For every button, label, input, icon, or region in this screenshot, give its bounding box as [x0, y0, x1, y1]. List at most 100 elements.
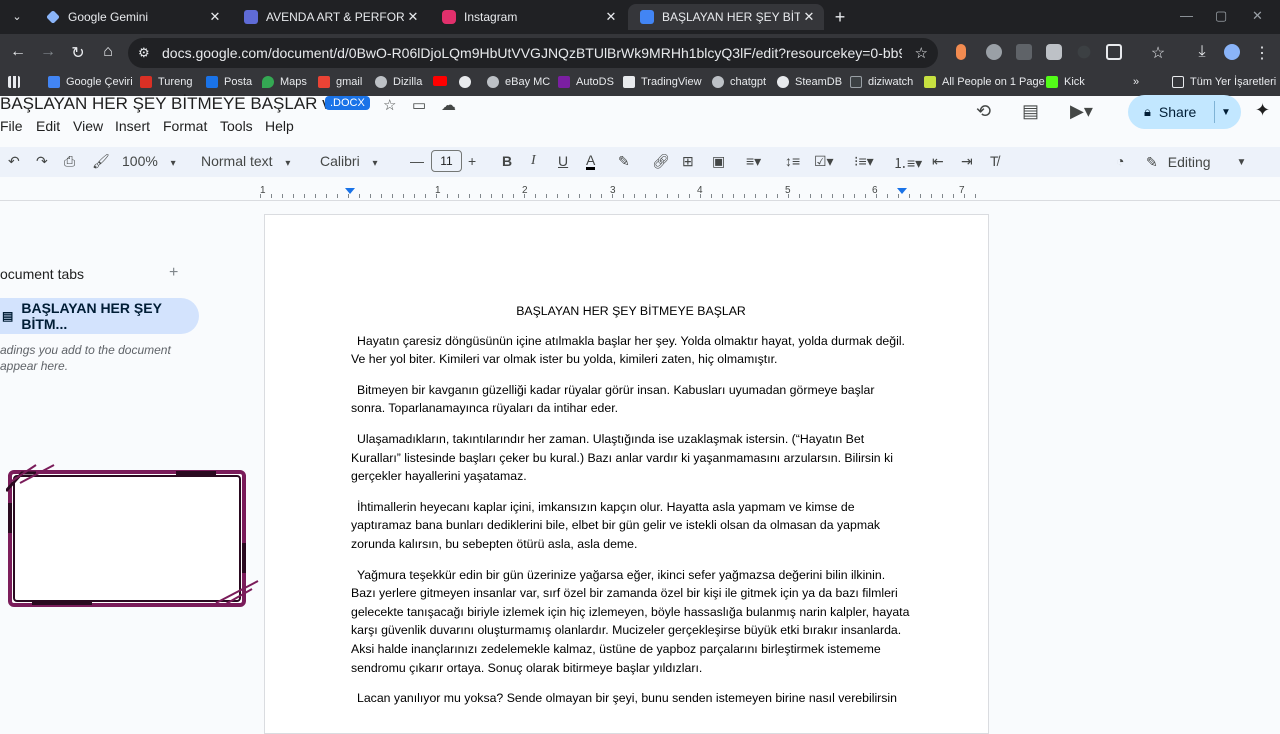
- bookmark-item[interactable]: eBay MC: [487, 76, 550, 88]
- highlight-icon[interactable]: ✎: [618, 153, 630, 170]
- bookmarks-star-icon[interactable]: ☆: [1148, 43, 1168, 63]
- menu-kebab-icon[interactable]: ⋮: [1252, 43, 1272, 63]
- document-body[interactable]: BAŞLAYAN HER ŞEY BİTMEYE BAŞLAR Hayatın …: [351, 302, 911, 720]
- bookmark-item[interactable]: Dizilla: [375, 76, 422, 88]
- right-indent-marker[interactable]: [897, 188, 907, 194]
- url-text[interactable]: docs.google.com/document/d/0BwO-R06lDjoL…: [162, 45, 902, 61]
- paint-format-icon[interactable]: 🖌︎: [92, 153, 110, 170]
- add-comment-icon[interactable]: ⊞: [682, 153, 694, 170]
- bookmark-item[interactable]: chatgpt: [712, 76, 766, 88]
- clear-formatting-icon[interactable]: T̸: [990, 153, 999, 169]
- decrease-indent-icon[interactable]: ⇤: [932, 153, 944, 170]
- share-button[interactable]: 🔒︎ Share ▼: [1128, 95, 1241, 129]
- all-bookmarks-folder[interactable]: Tüm Yer İşaretleri: [1172, 76, 1276, 88]
- browser-tab-docs[interactable]: BAŞLAYAN HER ŞEY BİTMEYE B ✕: [628, 4, 824, 30]
- style-select[interactable]: Normal text: [201, 153, 290, 169]
- bookmark-item[interactable]: SteamDB: [777, 76, 842, 88]
- youtube-icon[interactable]: [433, 76, 453, 86]
- menu-view[interactable]: View: [73, 118, 103, 134]
- close-tab-icon[interactable]: ✕: [800, 9, 818, 25]
- new-tab-button[interactable]: +: [830, 7, 850, 28]
- bookmark-item[interactable]: Posta: [206, 76, 252, 88]
- close-tab-icon[interactable]: ✕: [206, 9, 224, 25]
- image-icon[interactable]: ▣: [712, 153, 725, 170]
- comment-icon[interactable]: ▤: [1022, 101, 1039, 122]
- voice-typing-icon[interactable]: ◔: [1116, 153, 1124, 169]
- back-icon[interactable]: ←: [8, 43, 28, 61]
- menu-file[interactable]: File: [0, 118, 23, 134]
- extension-icon[interactable]: [1074, 42, 1094, 62]
- underline-icon[interactable]: U: [558, 153, 568, 169]
- bookmark-item[interactable]: Kick: [1046, 76, 1085, 88]
- bookmark-item[interactable]: gmail: [318, 76, 362, 88]
- italic-icon[interactable]: I: [531, 153, 536, 169]
- bookmark-item[interactable]: AutoDS: [558, 76, 614, 88]
- browser-tab-instagram[interactable]: Instagram ✕: [430, 4, 626, 30]
- more-bookmarks-icon[interactable]: »: [1133, 76, 1139, 88]
- document-page[interactable]: BAŞLAYAN HER ŞEY BİTMEYE BAŞLAR Hayatın …: [264, 214, 989, 734]
- sidebar-document-tab[interactable]: ▤ BAŞLAYAN HER ŞEY BİTM...: [0, 298, 199, 334]
- editing-mode-select[interactable]: ✎ Editing ▼: [1146, 150, 1268, 174]
- bookmark-item[interactable]: diziwatch: [850, 76, 913, 88]
- star-icon[interactable]: ☆: [383, 96, 396, 114]
- redo-icon[interactable]: ↷: [36, 153, 48, 170]
- browser-tab-avenda[interactable]: AVENDA ART & PERFORMANCE ✕: [232, 4, 428, 30]
- add-tab-icon[interactable]: +: [169, 264, 178, 282]
- font-select[interactable]: Calibri: [320, 153, 378, 169]
- zoom-select[interactable]: 100%: [122, 153, 176, 169]
- browser-tab-gemini[interactable]: Google Gemini ✕: [34, 4, 230, 30]
- menu-edit[interactable]: Edit: [36, 118, 60, 134]
- extension-icon[interactable]: [1016, 44, 1032, 60]
- increase-font-size-icon[interactable]: +: [468, 153, 476, 169]
- close-tab-icon[interactable]: ✕: [602, 9, 620, 25]
- puzzle-icon[interactable]: [1106, 44, 1122, 60]
- close-tab-icon[interactable]: ✕: [404, 9, 422, 25]
- menu-insert[interactable]: Insert: [115, 118, 150, 134]
- bold-icon[interactable]: B: [502, 153, 512, 169]
- cloud-icon[interactable]: ☁: [441, 96, 456, 114]
- tab-search-button[interactable]: ⌄: [6, 6, 28, 28]
- chevron-down-icon[interactable]: ▼: [1221, 107, 1231, 118]
- bullet-list-icon[interactable]: ⁝≡▾: [854, 153, 874, 170]
- bookmark-item[interactable]: Maps: [262, 76, 307, 88]
- align-icon[interactable]: ≡▾: [746, 153, 761, 170]
- line-spacing-icon[interactable]: ↕≡: [785, 153, 800, 169]
- increase-indent-icon[interactable]: ⇥: [961, 153, 973, 170]
- meet-icon[interactable]: ▶▾: [1070, 101, 1093, 122]
- gemini-spark-icon[interactable]: ✦: [1255, 100, 1270, 121]
- undo-icon[interactable]: ↶: [8, 153, 20, 170]
- extension-icon[interactable]: [986, 44, 1002, 60]
- openai-icon[interactable]: [459, 76, 477, 88]
- link-icon[interactable]: 🔗︎: [652, 153, 670, 170]
- menu-format[interactable]: Format: [163, 118, 207, 134]
- menu-tools[interactable]: Tools: [220, 118, 253, 134]
- bookmark-item[interactable]: All People on 1 Page: [924, 76, 1045, 88]
- minimize-icon[interactable]: —: [1180, 8, 1193, 23]
- checklist-icon[interactable]: ☑▾: [814, 153, 834, 170]
- forward-icon[interactable]: →: [38, 43, 58, 61]
- document-title[interactable]: BAŞLAYAN HER ŞEY BİTMEYE BAŞLAR vol.4: [0, 94, 358, 114]
- reload-icon[interactable]: ↻: [68, 43, 88, 63]
- font-size-input[interactable]: 11: [431, 150, 462, 172]
- apps-grid-icon[interactable]: [8, 76, 26, 88]
- maximize-icon[interactable]: ▢: [1215, 8, 1227, 24]
- bookmark-star-icon[interactable]: ☆: [915, 44, 928, 62]
- bookmark-item[interactable]: TradingView: [623, 76, 702, 88]
- address-bar[interactable]: ⚙ docs.google.com/document/d/0BwO-R06lDj…: [128, 38, 938, 68]
- text-color-icon[interactable]: A: [586, 153, 596, 170]
- move-folder-icon[interactable]: ▭: [412, 96, 426, 114]
- print-icon[interactable]: ⎙: [64, 153, 75, 170]
- extension-icon[interactable]: [956, 44, 966, 60]
- menu-help[interactable]: Help: [265, 118, 294, 134]
- decrease-font-size-icon[interactable]: —: [410, 153, 424, 169]
- site-info-icon[interactable]: ⚙: [138, 45, 154, 61]
- bookmark-item[interactable]: Google Çeviri: [48, 76, 133, 88]
- download-icon[interactable]: ⤓: [1192, 43, 1212, 61]
- bookmark-item[interactable]: Tureng: [140, 76, 192, 88]
- avatar[interactable]: [1224, 44, 1240, 60]
- home-icon[interactable]: ⌂: [98, 43, 118, 61]
- numbered-list-icon[interactable]: ⒈≡▾: [893, 153, 922, 173]
- close-window-icon[interactable]: ✕: [1252, 8, 1263, 24]
- left-indent-marker[interactable]: [345, 188, 355, 194]
- shield-icon[interactable]: [1046, 44, 1062, 60]
